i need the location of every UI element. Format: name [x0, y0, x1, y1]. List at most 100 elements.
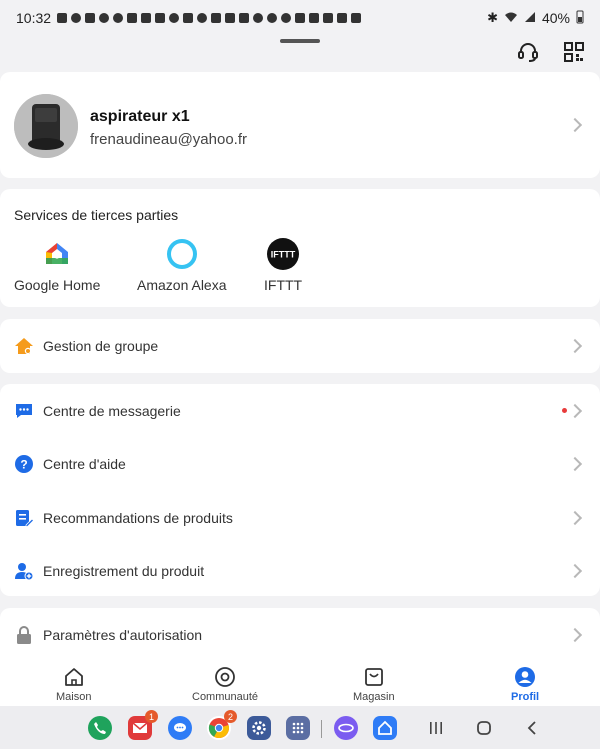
group-management-card: Gestion de groupe — [0, 319, 600, 373]
nav-label: Magasin — [353, 691, 395, 703]
chevron-right-icon — [567, 563, 583, 579]
pokeball-icon — [253, 13, 264, 23]
menu-item-group-management[interactable]: Gestion de groupe — [0, 319, 600, 373]
alexa-icon — [165, 237, 199, 271]
avatar — [14, 94, 78, 158]
ifttt-logo-text: IFTTT — [271, 250, 296, 260]
profile-email: frenaudineau@yahoo.fr — [90, 131, 248, 148]
person-add-icon — [14, 561, 34, 581]
service-ifttt[interactable]: IFTTT IFTTT — [264, 237, 302, 293]
internet-app-icon[interactable] — [334, 716, 358, 740]
chevron-right-icon — [567, 403, 583, 419]
mail-icon — [127, 13, 138, 23]
permissions-card: Paramètres d'autorisation — [0, 608, 600, 662]
linkedin-icon — [155, 13, 166, 23]
chevron-right-icon — [567, 117, 583, 133]
service-label: Amazon Alexa — [137, 277, 227, 293]
menu-item-label: Centre de messagerie — [43, 403, 181, 419]
shopping-bag-icon — [363, 666, 385, 688]
menu-item-authorization-settings[interactable]: Paramètres d'autorisation — [0, 608, 600, 662]
back-button-icon[interactable] — [522, 718, 542, 738]
edit-doc-icon — [14, 508, 34, 528]
pokeball-icon — [267, 13, 278, 23]
snapchat-icon — [197, 13, 208, 23]
flipboard-icon — [323, 13, 334, 23]
mail-badge: 1 — [145, 710, 158, 723]
status-right: ✱ 40% — [487, 10, 584, 27]
app-icon — [225, 13, 236, 23]
smartthings-app-icon[interactable] — [373, 716, 397, 740]
image-icon — [295, 13, 306, 23]
service-google-home[interactable]: Google Home — [14, 237, 100, 293]
battery-icon — [576, 10, 584, 27]
service-label: IFTTT — [264, 277, 303, 293]
recent-apps-icon[interactable] — [426, 718, 446, 738]
notification-icons — [57, 13, 362, 23]
drag-handle[interactable] — [280, 39, 320, 43]
menu-item-product-recommendations[interactable]: Recommandations de produits — [0, 491, 600, 545]
settings-app-icon[interactable] — [247, 716, 271, 740]
nav-tab-home[interactable]: Maison — [56, 666, 91, 703]
service-label: Google Home — [14, 277, 101, 293]
status-bar: 10:32 ✱ 40% — [0, 0, 600, 36]
messages-app-icon[interactable] — [168, 716, 192, 740]
profile-name: aspirateur x1 — [90, 108, 190, 125]
chevron-right-icon — [567, 456, 583, 472]
top-actions — [516, 40, 586, 64]
support-headset-icon[interactable] — [516, 40, 540, 64]
menu-item-product-registration[interactable]: Enregistrement du produit — [0, 544, 600, 598]
home-icon — [63, 666, 85, 688]
wifi-icon — [504, 11, 518, 26]
app-icon — [351, 13, 362, 23]
chrome-app-icon[interactable]: 2 — [207, 710, 237, 740]
third-party-services-card: Services de tierces parties Google Home … — [0, 189, 600, 307]
google-icon — [99, 13, 110, 23]
profile-card[interactable]: aspirateur x1 frenaudineau@yahoo.fr — [0, 72, 600, 178]
nav-tab-store[interactable]: Magasin — [353, 666, 395, 703]
signal-icon — [524, 11, 536, 26]
menu-item-label: Recommandations de produits — [43, 510, 233, 526]
compass-icon — [214, 666, 236, 688]
chrome-icon — [71, 13, 82, 23]
phone-app-icon[interactable] — [88, 716, 112, 740]
linkedin-icon — [85, 13, 96, 23]
bottom-navigation: Maison Communauté Magasin Profil — [0, 662, 600, 706]
star-icon — [141, 13, 152, 23]
menu-item-message-center[interactable]: Centre de messagerie — [0, 384, 600, 438]
bluetooth-icon: ✱ — [487, 10, 498, 25]
pokeball-icon — [281, 13, 292, 23]
nav-tab-profile[interactable]: Profil — [511, 666, 539, 703]
chrome-icon — [113, 13, 124, 23]
menu-item-help-center[interactable]: ? Centre d'aide — [0, 437, 600, 491]
app-icon — [211, 13, 222, 23]
menu-item-label: Enregistrement du produit — [43, 563, 205, 579]
menu-item-label: Centre d'aide — [43, 456, 126, 472]
chrome-icon — [169, 13, 180, 23]
nav-label: Communauté — [192, 691, 259, 703]
menu-item-label: Paramètres d'autorisation — [43, 627, 203, 643]
nav-label: Maison — [56, 691, 92, 703]
home-button-icon[interactable] — [474, 718, 494, 738]
chevron-right-icon — [567, 338, 583, 354]
dock-separator — [321, 720, 322, 738]
battery-level: 40% — [541, 10, 570, 26]
tumblr-icon — [239, 13, 250, 23]
linkedin-icon — [57, 13, 68, 23]
mail-app-icon[interactable]: 1 — [128, 710, 158, 740]
menu-item-label: Gestion de groupe — [43, 338, 159, 354]
service-amazon-alexa[interactable]: Amazon Alexa — [137, 237, 227, 293]
weather-icon — [309, 13, 320, 23]
google-home-icon — [40, 237, 74, 271]
apps-grid-icon[interactable] — [286, 716, 310, 740]
profile-icon — [514, 666, 536, 688]
nav-tab-community[interactable]: Communauté — [192, 666, 258, 703]
status-time: 10:32 — [16, 10, 52, 26]
chevron-right-icon — [567, 510, 583, 526]
qr-scan-icon[interactable] — [562, 40, 586, 64]
nav-label: Profil — [511, 691, 540, 703]
help-icon: ? — [14, 454, 34, 474]
lock-icon — [14, 625, 34, 645]
app-icon — [337, 13, 348, 23]
unread-dot — [562, 408, 567, 413]
chrome-badge: 2 — [224, 710, 237, 723]
